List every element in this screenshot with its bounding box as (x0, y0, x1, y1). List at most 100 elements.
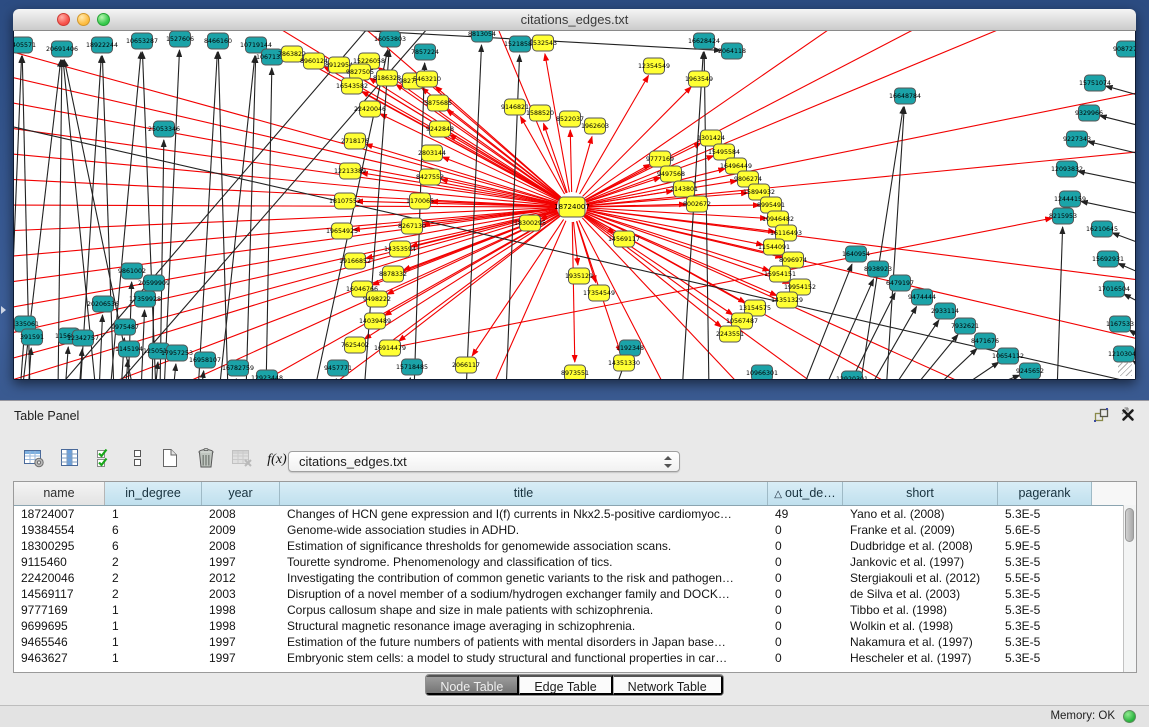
table-cell[interactable]: 2003 (202, 586, 280, 602)
table-cell[interactable]: Nakamura et al. (1997) (843, 634, 998, 650)
table-cell[interactable]: 0 (768, 634, 843, 650)
table-options-button[interactable] (20, 446, 48, 472)
table-cell[interactable]: Franke et al. (2009) (843, 522, 998, 538)
destroy-table-button-disabled[interactable] (228, 446, 256, 472)
table-cell[interactable]: 1998 (202, 602, 280, 618)
column-header-name[interactable]: name (14, 482, 105, 505)
clear-selection-button[interactable] (124, 446, 152, 472)
table-cell[interactable]: Tibbo et al. (1998) (843, 602, 998, 618)
table-cell[interactable]: 1 (105, 602, 202, 618)
column-header-title[interactable]: title (280, 482, 768, 505)
table-cell[interactable]: 5.3E-5 (998, 554, 1092, 570)
select-all-button[interactable] (92, 446, 120, 472)
table-cell[interactable]: 0 (768, 554, 843, 570)
table-cell[interactable]: Estimation of the future numbers of pati… (280, 634, 768, 650)
table-cell[interactable]: de Silva et al. (2003) (843, 586, 998, 602)
table-cell[interactable]: Jankovic et al. (1997) (843, 554, 998, 570)
table-row[interactable]: 946554611997Estimation of the future num… (14, 634, 1136, 650)
table-row[interactable]: 1830029562008Estimation of significance … (14, 538, 1136, 554)
table-cell[interactable]: 18300295 (14, 538, 105, 554)
table-row[interactable]: 969969511998Structural magnetic resonanc… (14, 618, 1136, 634)
column-header-in_degree[interactable]: in_degree (105, 482, 202, 505)
table-cell[interactable]: 1 (105, 506, 202, 522)
table-cell[interactable]: Changes of HCN gene expression and I(f) … (280, 506, 768, 522)
table-cell[interactable]: Genome-wide association studies in ADHD. (280, 522, 768, 538)
table-cell[interactable]: Yano et al. (2008) (843, 506, 998, 522)
column-header-pagerank[interactable]: pagerank (998, 482, 1092, 505)
table-cell[interactable]: 5.3E-5 (998, 602, 1092, 618)
network-canvas[interactable]: 9405571206914061892224410653287152760684… (14, 31, 1135, 379)
table-cell[interactable]: 0 (768, 602, 843, 618)
table-cell[interactable]: 9463627 (14, 650, 105, 666)
column-header-year[interactable]: year (202, 482, 280, 505)
table-cell[interactable]: 2009 (202, 522, 280, 538)
column-header-out_de[interactable]: △out_de… (768, 482, 843, 505)
table-cell[interactable]: 1998 (202, 618, 280, 634)
table-cell[interactable]: Embryonic stem cells: a model to study s… (280, 650, 768, 666)
table-vertical-scrollbar[interactable] (1123, 505, 1136, 672)
table-row[interactable]: 1872400712008Changes of HCN gene express… (14, 506, 1136, 522)
close-window-button[interactable] (57, 13, 70, 26)
table-cell[interactable]: 49 (768, 506, 843, 522)
table-cell[interactable]: 1 (105, 650, 202, 666)
table-row[interactable]: 977716911998Corpus callosum shape and si… (14, 602, 1136, 618)
table-cell[interactable]: Hescheler et al. (1997) (843, 650, 998, 666)
table-cell[interactable]: 5.9E-5 (998, 538, 1092, 554)
tab-node-table[interactable]: Node Table (426, 675, 519, 695)
table-cell[interactable]: Tourette syndrome. Phenomenology and cla… (280, 554, 768, 570)
table-cell[interactable]: 0 (768, 570, 843, 586)
scrollbar-thumb[interactable] (1125, 508, 1134, 542)
window-titlebar[interactable]: citations_edges.txt (13, 9, 1136, 31)
delete-selected-button[interactable] (192, 446, 220, 472)
citation-network-graph[interactable]: 9405571206914061892224410653287152760684… (14, 31, 1135, 379)
table-cell[interactable]: 5.3E-5 (998, 506, 1092, 522)
table-cell[interactable]: Estimation of significance thresholds fo… (280, 538, 768, 554)
table-cell[interactable]: 1 (105, 634, 202, 650)
table-cell[interactable]: Structural magnetic resonance image aver… (280, 618, 768, 634)
table-cell[interactable]: 9465546 (14, 634, 105, 650)
collapsed-panel-arrow-icon[interactable] (1, 306, 6, 314)
table-cell[interactable]: 2008 (202, 538, 280, 554)
table-cell[interactable]: 0 (768, 538, 843, 554)
table-cell[interactable]: 9699695 (14, 618, 105, 634)
table-cell[interactable]: 19384554 (14, 522, 105, 538)
table-row[interactable]: 1456911722003Disruption of a novel membe… (14, 586, 1136, 602)
table-selector-dropdown[interactable]: citations_edges.txt (288, 451, 680, 472)
table-cell[interactable]: 22420046 (14, 570, 105, 586)
table-cell[interactable]: Stergiakouli et al. (2012) (843, 570, 998, 586)
new-table-button[interactable] (156, 446, 184, 472)
table-cell[interactable]: 5.6E-5 (998, 522, 1092, 538)
table-cell[interactable]: 5.3E-5 (998, 634, 1092, 650)
table-cell[interactable]: Wolkin et al. (1998) (843, 618, 998, 634)
zoom-window-button[interactable] (97, 13, 110, 26)
table-cell[interactable]: 6 (105, 522, 202, 538)
table-cell[interactable]: 5.5E-5 (998, 570, 1092, 586)
table-cell[interactable]: 1997 (202, 554, 280, 570)
table-cell[interactable]: 5.3E-5 (998, 586, 1092, 602)
table-cell[interactable]: 5.3E-5 (998, 618, 1092, 634)
close-panel-button[interactable] (1119, 408, 1137, 424)
minimize-window-button[interactable] (77, 13, 90, 26)
table-cell[interactable]: Corpus callosum shape and size in male p… (280, 602, 768, 618)
table-cell[interactable]: Dudbridge et al. (2008) (843, 538, 998, 554)
table-cell[interactable]: 9777169 (14, 602, 105, 618)
column-header-short[interactable]: short (843, 482, 998, 505)
table-cell[interactable]: 18724007 (14, 506, 105, 522)
table-cell[interactable]: 0 (768, 586, 843, 602)
tab-edge-table[interactable]: Edge Table (519, 675, 612, 695)
table-cell[interactable]: 1997 (202, 650, 280, 666)
table-cell[interactable]: 2008 (202, 506, 280, 522)
table-row[interactable]: 911546021997Tourette syndrome. Phenomeno… (14, 554, 1136, 570)
table-cell[interactable]: 1 (105, 618, 202, 634)
tab-network-table[interactable]: Network Table (613, 675, 723, 695)
table-cell[interactable]: 2012 (202, 570, 280, 586)
table-row[interactable]: 1938455462009Genome-wide association stu… (14, 522, 1136, 538)
table-cell[interactable]: 5.3E-5 (998, 650, 1092, 666)
table-cell[interactable]: 0 (768, 618, 843, 634)
table-row[interactable]: 2242004622012Investigating the contribut… (14, 570, 1136, 586)
table-cell[interactable]: 2 (105, 586, 202, 602)
table-cell[interactable]: 9115460 (14, 554, 105, 570)
table-cell[interactable]: 1997 (202, 634, 280, 650)
table-cell[interactable]: 0 (768, 522, 843, 538)
table-cell[interactable]: 2 (105, 554, 202, 570)
